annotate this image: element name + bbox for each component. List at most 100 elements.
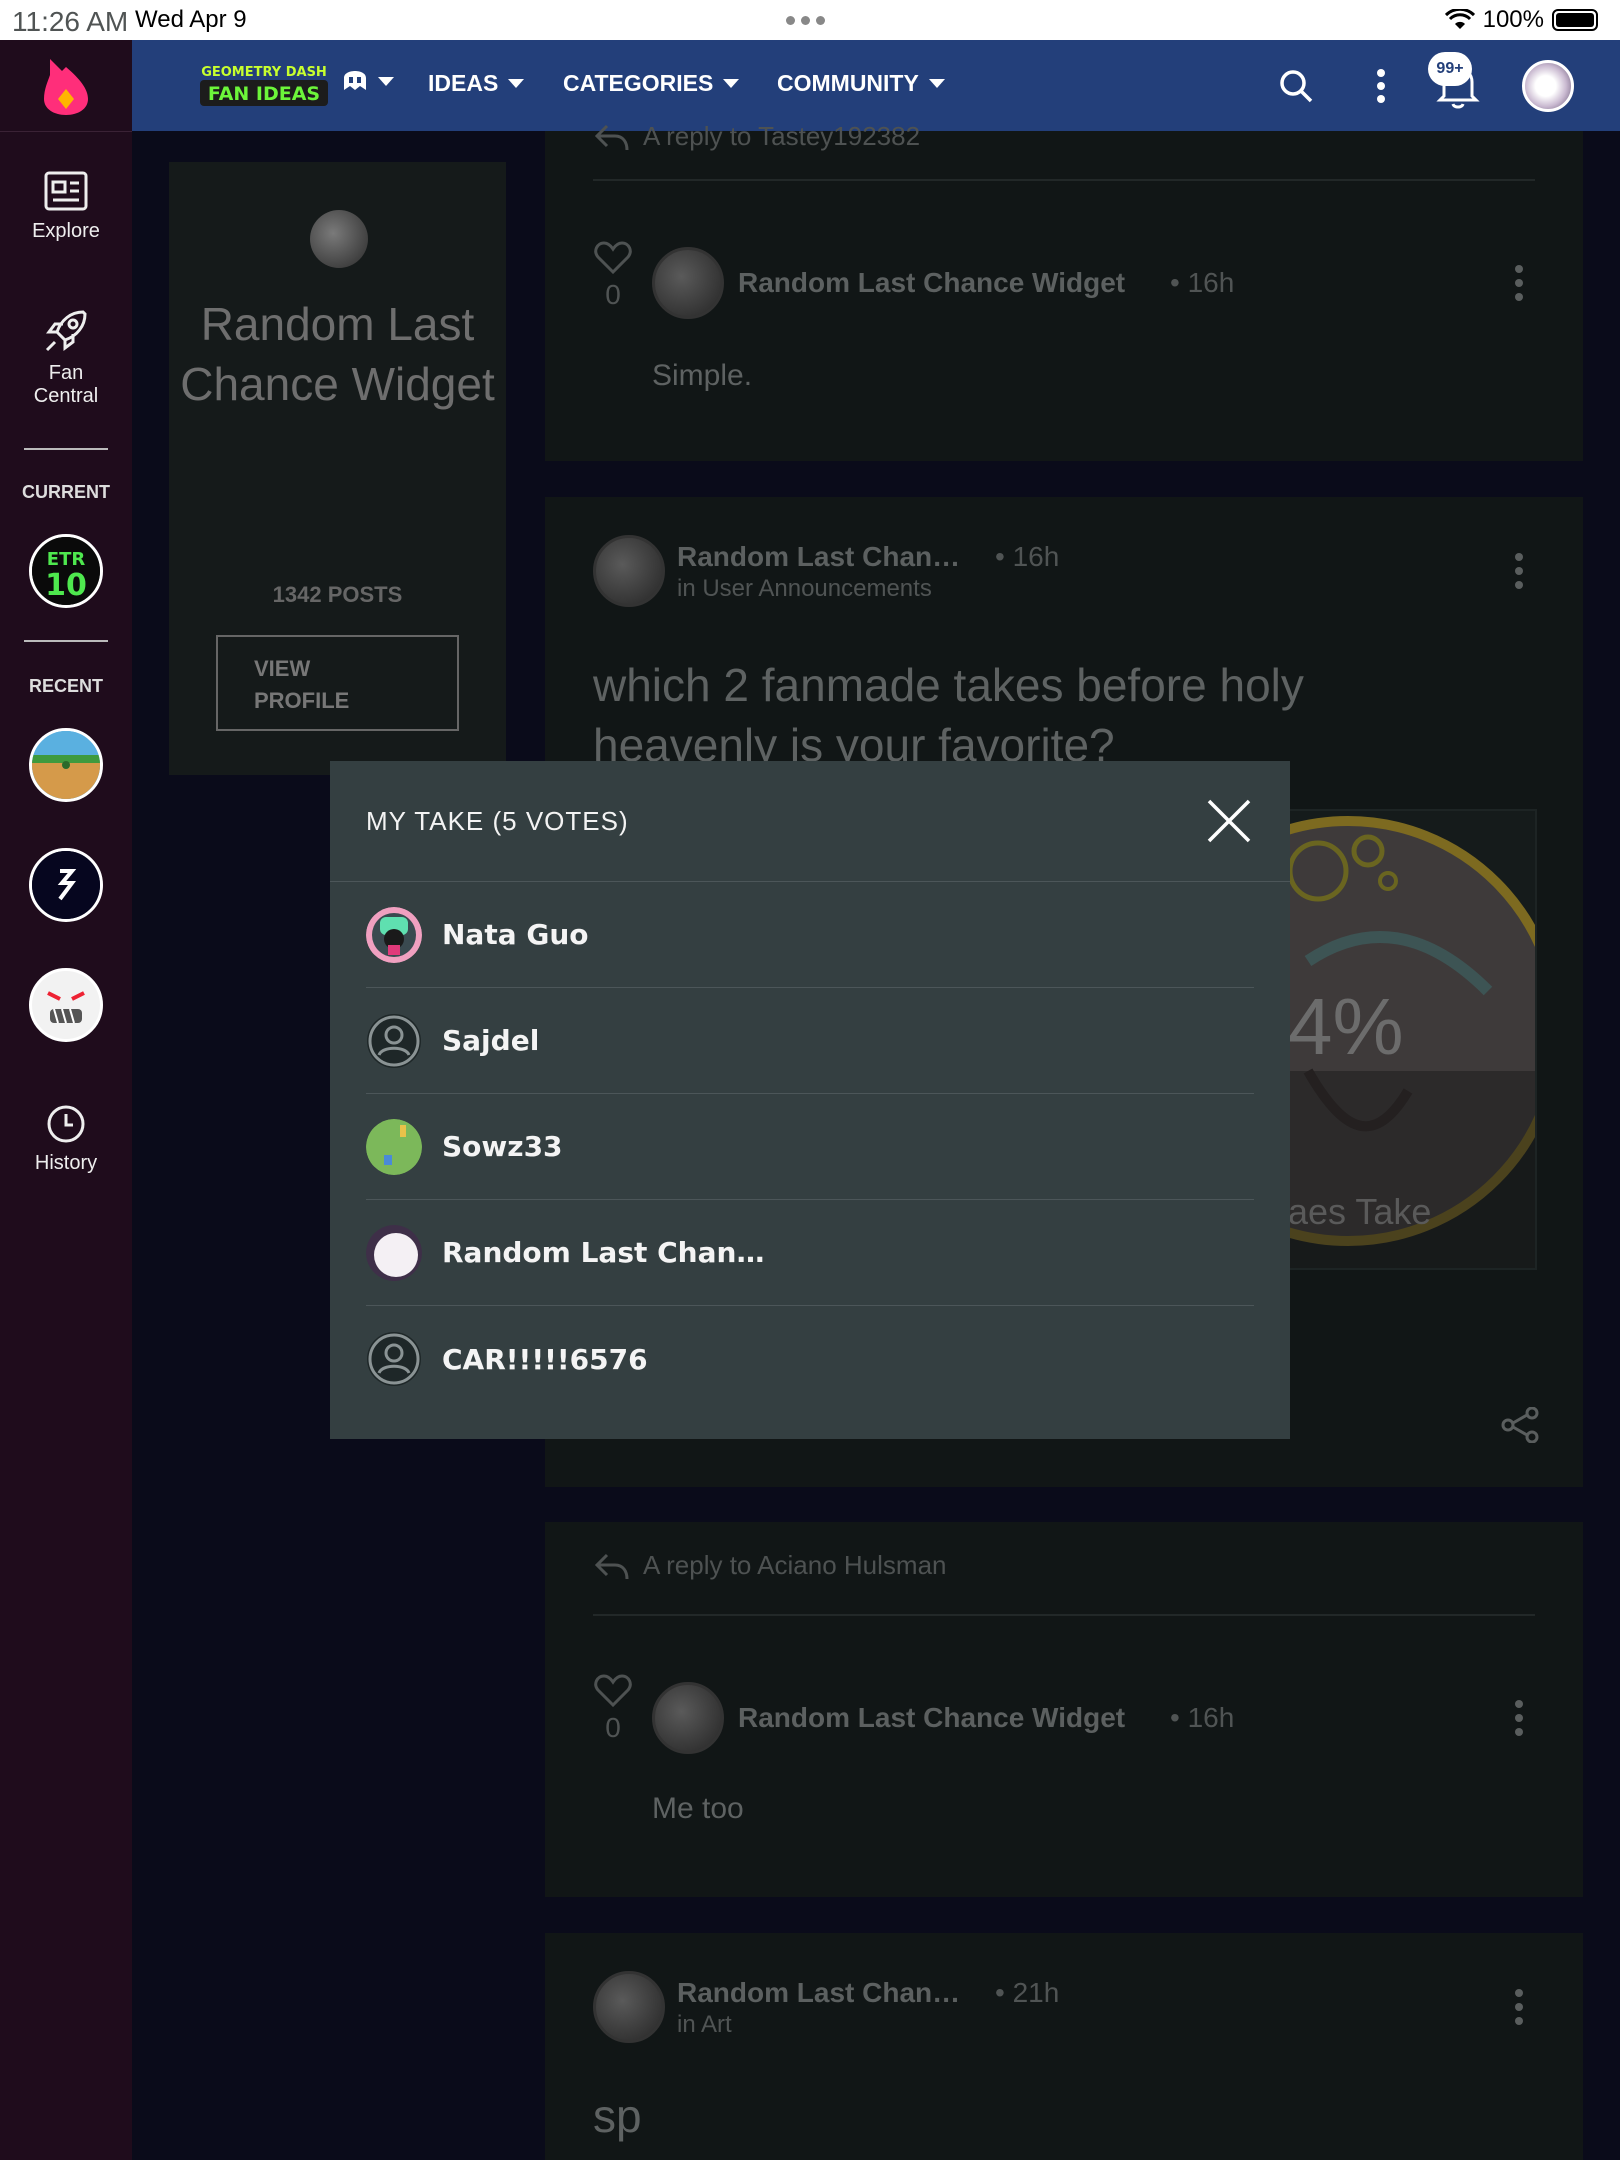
voter-row[interactable]: CAR!!!!!6576 [366, 1306, 1254, 1412]
share-icon[interactable] [1500, 1407, 1540, 1443]
voter-avatar[interactable] [366, 1118, 422, 1175]
reply-arrow-icon [594, 1553, 629, 1579]
left-sidebar: Explore Fan Central CURRENT ETR 10 RECENT… [0, 40, 132, 2160]
current-wiki-avatar[interactable]: ETR 10 [29, 534, 103, 608]
author-name[interactable]: Random Last Chan… [677, 541, 960, 573]
default-user-icon[interactable] [366, 1013, 422, 1069]
recent-wiki-avatar[interactable] [29, 728, 103, 802]
svg-text:10: 10 [45, 568, 87, 603]
recent-wiki-avatar[interactable] [29, 968, 103, 1042]
sidebar-divider [24, 448, 108, 450]
post-card: Random Last Chan… • 21h in Art sp [545, 1933, 1583, 2160]
notifications-button[interactable]: 99+ [1428, 52, 1484, 112]
more-options-icon[interactable] [1375, 68, 1387, 104]
user-avatar[interactable] [1522, 60, 1574, 112]
voter-name: Sajdel [442, 1024, 540, 1057]
reply-to-link[interactable]: A reply to Aciano Hulsman [593, 1550, 947, 1581]
like-count: 0 [605, 279, 621, 310]
more-options-icon[interactable] [1515, 1989, 1523, 2031]
view-profile-button[interactable]: VIEW PROFILE [216, 635, 459, 731]
battery-percent: 100% [1482, 6, 1544, 33]
voter-row[interactable]: Sowz33 [366, 1094, 1254, 1200]
button-label: PROFILE [254, 688, 350, 713]
more-options-icon[interactable] [1515, 265, 1523, 307]
divider [593, 1614, 1535, 1616]
multitask-dots-icon[interactable] [786, 16, 832, 25]
search-icon[interactable] [1278, 68, 1314, 104]
voter-row[interactable]: Sajdel [366, 988, 1254, 1094]
recent-heading: RECENT [28, 676, 103, 696]
voter-name: CAR!!!!!6576 [442, 1342, 648, 1376]
author-avatar[interactable] [652, 1682, 724, 1754]
voter-name: Sowz33 [442, 1130, 563, 1163]
battery-status: 100% [1444, 6, 1598, 34]
default-user-icon[interactable] [366, 1331, 422, 1387]
sidebar-item-label: Central [33, 385, 99, 407]
reply-to-link[interactable]: A reply to Tastey192382 [593, 121, 920, 152]
sidebar-item-explore[interactable]: Explore [0, 170, 132, 243]
post-title[interactable]: sp [593, 2089, 642, 2143]
more-options-icon[interactable] [1515, 1700, 1523, 1742]
post-title[interactable]: which 2 fanmade takes before holy heaven… [593, 655, 1493, 775]
poll-option-label: aes Take [1288, 1191, 1432, 1232]
nav-label: COMMUNITY [777, 70, 919, 96]
like-button[interactable]: 0 [593, 241, 633, 311]
nav-ideas[interactable]: IDEAS [428, 70, 525, 97]
time-value: 21h [1012, 1977, 1060, 2008]
notification-count-badge: 99+ [1428, 52, 1472, 86]
voter-name: Nata Guo [442, 918, 589, 951]
battery-icon [1552, 9, 1598, 31]
author-avatar[interactable] [593, 535, 665, 607]
heart-icon [594, 241, 632, 275]
profile-avatar[interactable] [310, 210, 368, 268]
top-navigation-bar: GEOMETRY DASH FAN IDEAS IDEAS CATEGORIES … [132, 40, 1620, 131]
sidebar-item-fan-central[interactable]: Fan Central [0, 308, 132, 408]
voter-avatar[interactable] [366, 906, 422, 963]
svg-text:ETR: ETR [47, 549, 86, 570]
profile-post-count: 1342 POSTS [272, 582, 403, 607]
sidebar-item-history[interactable]: History [0, 1104, 132, 1175]
more-options-icon[interactable] [1515, 553, 1523, 595]
rocket-icon [45, 310, 87, 352]
nav-categories[interactable]: CATEGORIES [563, 70, 740, 97]
author-name[interactable]: Random Last Chance Widget [738, 1702, 1125, 1734]
recent-wiki-avatar[interactable] [29, 848, 103, 922]
like-button[interactable]: 0 [593, 1674, 633, 1744]
time-value: 16h [1187, 1702, 1235, 1733]
voter-avatar[interactable] [366, 1224, 422, 1281]
sidebar-item-label: History [34, 1152, 98, 1174]
author-avatar[interactable] [652, 247, 724, 319]
explore-icon [44, 171, 88, 211]
author-name[interactable]: Random Last Chance Widget [738, 267, 1125, 299]
fandom-logo-icon[interactable] [0, 40, 132, 132]
chevron-down-icon [928, 79, 945, 88]
profile-card: Random Last Chance Widget 1342 POSTS VIE… [169, 162, 506, 775]
reply-text: Simple. [652, 359, 753, 392]
voter-row[interactable]: Nata Guo [366, 882, 1254, 988]
reply-arrow-icon [594, 124, 629, 150]
close-icon[interactable] [1205, 797, 1253, 845]
wiki-community-icon [344, 71, 366, 90]
post-time: • 16h [995, 541, 1060, 572]
clock: 11:26 AM [12, 6, 129, 37]
author-avatar[interactable] [593, 1971, 665, 2043]
author-name[interactable]: Random Last Chan… [677, 1977, 960, 2009]
post-category[interactable]: in Art [677, 2011, 732, 2039]
poll-option-image[interactable]: 4% aes Take [1288, 809, 1537, 1270]
like-count: 0 [605, 1712, 621, 1743]
nav-community[interactable]: COMMUNITY [777, 70, 945, 97]
post-category[interactable]: in User Announcements [677, 575, 932, 603]
voter-row[interactable]: Random Last Chan… [366, 1200, 1254, 1306]
votes-modal: MY TAKE (5 VOTES) Nata Guo Sajdel Sowz33… [330, 761, 1290, 1439]
clock-icon [47, 1105, 85, 1143]
nav-label: IDEAS [428, 70, 499, 96]
reply-card: A reply to Aciano Hulsman 0 Random Last … [545, 1522, 1583, 1897]
wifi-icon [1444, 9, 1475, 29]
brand-line-1: GEOMETRY DASH [201, 65, 327, 80]
wiki-brand-logo[interactable]: GEOMETRY DASH FAN IDEAS [196, 58, 332, 116]
poll-percent: 4% [1288, 982, 1404, 1071]
reply-text: Me too [652, 1792, 744, 1825]
wiki-menu-dropdown[interactable] [342, 70, 394, 92]
current-heading: CURRENT [22, 482, 110, 502]
sidebar-divider [24, 640, 108, 642]
